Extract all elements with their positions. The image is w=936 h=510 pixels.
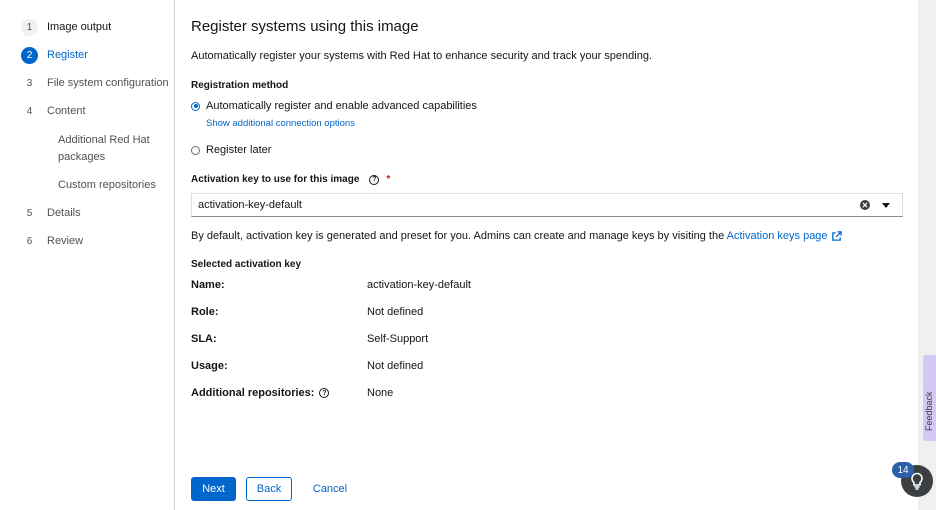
step-number: 3: [26, 77, 33, 89]
back-button[interactable]: Back: [246, 477, 292, 501]
nav-step-image-output[interactable]: 1 Image output: [21, 18, 111, 36]
activation-key-select-value: activation-key-default: [198, 199, 302, 211]
radio-register-later[interactable]: Register later: [191, 144, 271, 156]
step-number: 4: [26, 105, 33, 117]
step-number: 1: [21, 18, 38, 36]
nav-step-file-system[interactable]: 3 File system configuration: [21, 74, 169, 92]
detail-usage-key: Usage:: [191, 360, 228, 372]
activation-keys-link-text: Activation keys page: [726, 230, 828, 242]
clear-icon[interactable]: ✕: [860, 200, 870, 210]
selected-key-heading: Selected activation key: [191, 259, 302, 270]
detail-role-key: Role:: [191, 306, 219, 318]
detail-name-value: activation-key-default: [367, 279, 471, 291]
help-count-badge: 14: [892, 462, 914, 478]
caret-down-icon[interactable]: [882, 202, 890, 208]
step-label: Review: [47, 235, 84, 247]
activation-keys-page-link[interactable]: Activation keys page: [727, 230, 842, 242]
detail-usage-value: Not defined: [367, 360, 424, 372]
radio-checked-icon[interactable]: [191, 101, 200, 111]
question-circle-icon[interactable]: ?: [369, 174, 380, 185]
step-label: File system configuration: [47, 77, 169, 89]
nav-substep-additional-packages[interactable]: Additional Red Hat packages: [58, 132, 168, 166]
step-number: 5: [26, 207, 33, 219]
show-connection-options-link[interactable]: Show additional connection options: [206, 118, 355, 129]
radio-unchecked-icon[interactable]: [191, 145, 200, 155]
helper-text: By default, activation key is generated …: [191, 230, 725, 242]
wizard-panel: 1 Image output 2 Register 3 File system …: [0, 0, 918, 510]
step-number: 2: [21, 46, 38, 64]
nav-step-content[interactable]: 4 Content: [21, 102, 86, 120]
detail-name-key: Name:: [191, 279, 225, 291]
activation-key-label-text: Activation key to use for this image: [191, 174, 360, 185]
step-label: Content: [47, 105, 86, 117]
nav-substep-custom-repositories[interactable]: Custom repositories: [58, 177, 168, 194]
cancel-button[interactable]: Cancel: [306, 477, 354, 501]
question-circle-icon[interactable]: ?: [319, 388, 330, 398]
step-label: Image output: [47, 21, 112, 33]
step-label: Register: [47, 49, 88, 61]
detail-role-value: Not defined: [367, 306, 424, 318]
registration-method-label: Registration method: [191, 80, 289, 91]
nav-step-details[interactable]: 5 Details: [21, 204, 81, 222]
page-description: Automatically register your systems with…: [191, 50, 652, 62]
radio-auto-register[interactable]: Automatically register and enable advanc…: [191, 100, 477, 112]
nav-step-register[interactable]: 2 Register: [21, 46, 88, 64]
feedback-tab[interactable]: Feedback: [923, 355, 936, 441]
activation-key-field-label: Activation key to use for this image ? *: [191, 174, 390, 185]
detail-repositories-value: None: [367, 387, 394, 399]
detail-sla-value: Self-Support: [367, 333, 429, 345]
radio-auto-register-label: Automatically register and enable advanc…: [206, 100, 477, 112]
detail-repositories-key: Additional repositories: ?: [191, 387, 330, 399]
wizard-nav: 1 Image output 2 Register 3 File system …: [0, 0, 175, 510]
activation-key-select[interactable]: activation-key-default ✕: [191, 193, 903, 217]
detail-repositories-key-text: Additional repositories:: [191, 387, 315, 399]
nav-step-review[interactable]: 6 Review: [21, 232, 83, 250]
step-label: Details: [47, 207, 81, 219]
step-number: 6: [26, 235, 33, 247]
detail-sla-key: SLA:: [191, 333, 217, 345]
feedback-label: Feedback: [924, 391, 934, 431]
activation-key-helper: By default, activation key is generated …: [191, 230, 842, 242]
external-link-icon: [831, 230, 842, 241]
page-title: Register systems using this image: [191, 18, 419, 35]
radio-register-later-label: Register later: [206, 144, 272, 156]
next-button[interactable]: Next: [191, 477, 236, 501]
required-indicator: *: [386, 174, 391, 185]
